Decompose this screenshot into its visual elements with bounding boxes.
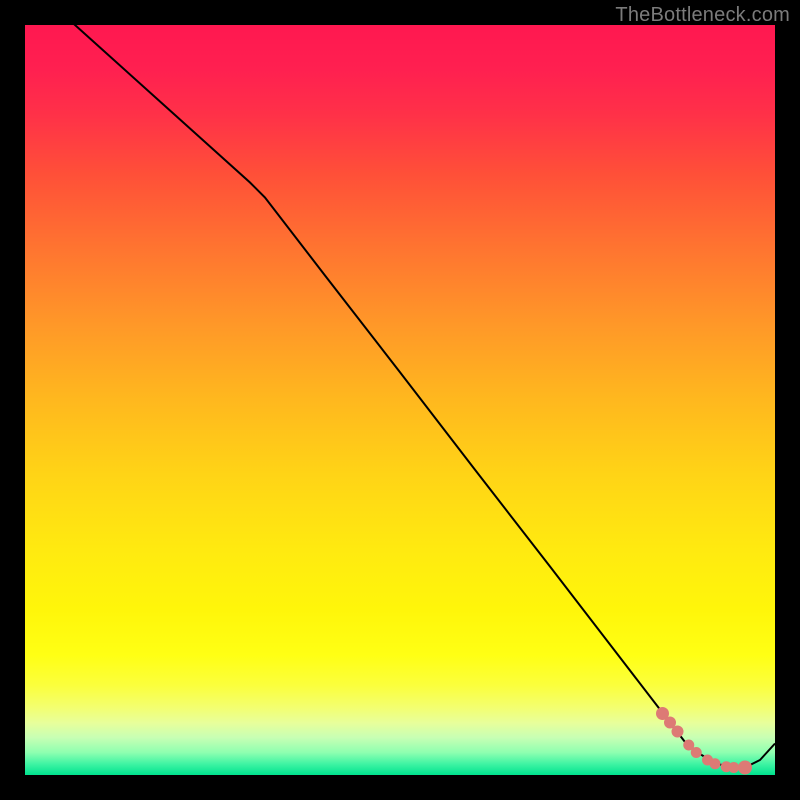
marker-point: [739, 761, 752, 774]
marker-point: [665, 717, 676, 728]
marker-point: [729, 763, 739, 773]
curve-layer: [25, 25, 775, 775]
chart-stage: TheBottleneck.com: [0, 0, 800, 800]
marker-point: [684, 740, 694, 750]
marker-point: [710, 759, 720, 769]
attribution-label: TheBottleneck.com: [615, 4, 790, 27]
marker-point: [691, 748, 701, 758]
bottleneck-curve: [25, 0, 775, 768]
marker-point: [672, 726, 683, 737]
highlight-markers: [657, 708, 752, 775]
